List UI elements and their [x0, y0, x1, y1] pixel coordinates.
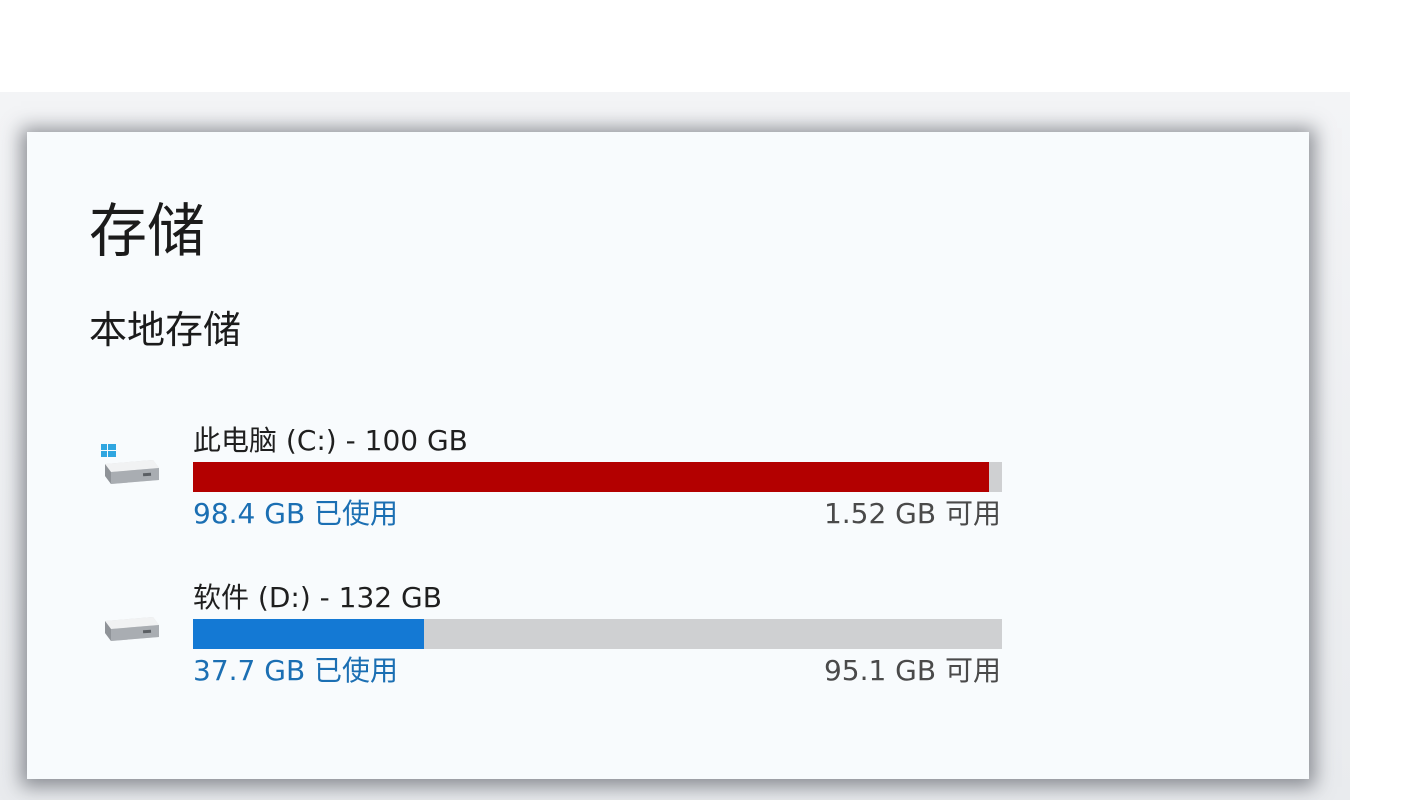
usage-bar-fill-d — [193, 619, 424, 649]
used-space-c: 98.4 GB 已使用 — [193, 497, 399, 530]
drive-item-c[interactable]: 此电脑 (C:) - 100 GB 98.4 GB 已使用 1.52 GB 可用 — [27, 424, 1309, 534]
drive-name-d: 软件 (D:) - 132 GB — [193, 581, 442, 614]
page-title: 存储 — [89, 197, 206, 265]
windows-drive-icon — [101, 444, 159, 484]
drive-item-d[interactable]: 软件 (D:) - 132 GB 37.7 GB 已使用 95.1 GB 可用 — [27, 581, 1309, 691]
storage-panel: 存储 本地存储 此电脑 (C:) - 100 GB 98.4 GB 已使用 1.… — [27, 132, 1309, 779]
free-space-d: 95.1 GB 可用 — [823, 654, 1001, 687]
usage-bar-c[interactable] — [193, 462, 1002, 492]
drive-icon — [105, 617, 159, 641]
section-title-local-storage: 本地存储 — [89, 308, 242, 352]
usage-bar-fill-c — [193, 462, 990, 492]
usage-bar-d[interactable] — [193, 619, 1002, 649]
used-space-d: 37.7 GB 已使用 — [193, 654, 399, 687]
drive-name-c: 此电脑 (C:) - 100 GB — [193, 424, 468, 457]
free-space-c: 1.52 GB 可用 — [823, 497, 1001, 530]
